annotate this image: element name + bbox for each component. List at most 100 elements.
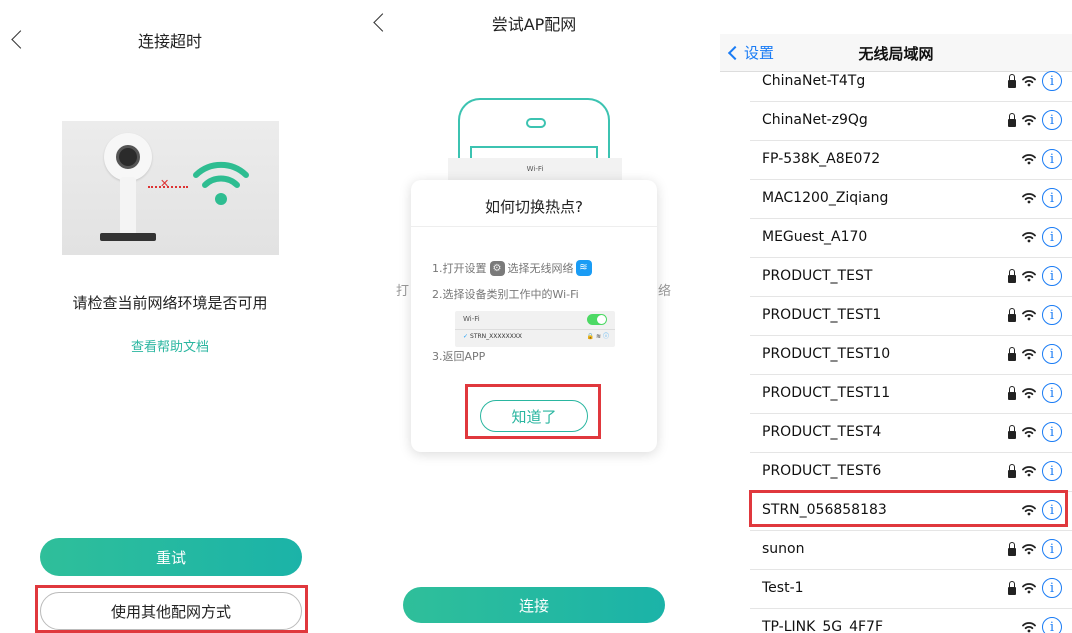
network-name: PRODUCT_TEST4 xyxy=(762,424,882,440)
network-status-icons: i xyxy=(1008,305,1062,325)
connect-button[interactable]: 连接 xyxy=(403,587,665,623)
network-status-icons: i xyxy=(1022,617,1062,633)
wifi-signal-icon xyxy=(1022,345,1036,364)
mini-ssid: ✓ STRN_XXXXXXXX xyxy=(463,333,522,340)
network-name: Test-1 xyxy=(762,580,804,596)
info-icon[interactable]: i xyxy=(1042,188,1062,208)
wifi-signal-icon xyxy=(1022,150,1036,169)
wifi-signal-icon xyxy=(1022,384,1036,403)
lock-icon xyxy=(1008,112,1016,127)
wifi-signal-icon xyxy=(1022,423,1036,442)
info-icon[interactable]: i xyxy=(1042,383,1062,403)
info-icon[interactable]: i xyxy=(1042,539,1062,559)
page-title: 无线局域网 xyxy=(858,45,934,63)
network-row[interactable]: PRODUCT_TEST4 i xyxy=(750,414,1072,453)
network-row[interactable]: ChinaNet-z9Qg i xyxy=(750,102,1072,141)
camera-base xyxy=(100,233,156,241)
network-row[interactable]: PRODUCT_TEST11 i xyxy=(750,375,1072,414)
network-status-icons: i xyxy=(1008,110,1062,130)
info-icon[interactable]: i xyxy=(1042,149,1062,169)
lock-icon xyxy=(1008,463,1016,478)
network-row[interactable]: Test-1 i xyxy=(750,570,1072,609)
network-name: MEGuest_A170 xyxy=(762,229,868,245)
network-name: PRODUCT_TEST1 xyxy=(762,307,882,323)
info-icon[interactable]: i xyxy=(1042,266,1062,286)
network-name: ChinaNet-z9Qg xyxy=(762,112,868,128)
disconnect-x-icon: ✕ xyxy=(160,177,170,190)
info-icon[interactable]: i xyxy=(1042,110,1062,130)
step-1-text: 1.打开设置 xyxy=(432,262,487,275)
lock-icon xyxy=(1008,541,1016,556)
network-row[interactable]: PRODUCT_TEST6 i xyxy=(750,453,1072,492)
lock-icon xyxy=(1008,424,1016,439)
network-name: MAC1200_Ziqiang xyxy=(762,190,889,206)
wifi-signal-icon xyxy=(1022,189,1036,208)
mini-status-icons: 🔒 ≋ ⓘ xyxy=(586,333,609,340)
network-row[interactable]: PRODUCT_TEST i xyxy=(750,258,1072,297)
info-icon[interactable]: i xyxy=(1042,422,1062,442)
network-status-icons: i xyxy=(1008,539,1062,559)
highlight-box xyxy=(35,585,308,633)
network-status-icons: i xyxy=(1022,149,1062,169)
info-icon[interactable]: i xyxy=(1042,227,1062,247)
check-network-message: 请检查当前网络环境是否可用 xyxy=(72,294,268,312)
lock-icon xyxy=(1008,580,1016,595)
divider xyxy=(411,226,657,227)
network-name: FP-538K_A8E072 xyxy=(762,151,881,167)
lock-icon xyxy=(1008,346,1016,361)
dialog-title: 如何切换热点? xyxy=(485,198,583,216)
info-icon[interactable]: i xyxy=(1042,461,1062,481)
network-row[interactable]: PRODUCT_TEST10 i xyxy=(750,336,1072,375)
network-row[interactable]: FP-538K_A8E072 i xyxy=(750,141,1072,180)
network-name: ChinaNet-T4Tg xyxy=(762,73,866,89)
divider xyxy=(455,329,615,330)
info-icon[interactable]: i xyxy=(1042,617,1062,633)
info-icon[interactable]: i xyxy=(1042,305,1062,325)
wifi-signal-icon xyxy=(1022,267,1036,286)
network-status-icons: i xyxy=(1008,461,1062,481)
mini-ssid-text: STRN_XXXXXXXX xyxy=(470,333,523,340)
background-text-right: 络 xyxy=(658,284,672,299)
info-icon[interactable]: i xyxy=(1042,344,1062,364)
network-status-icons: i xyxy=(1022,188,1062,208)
page-title: 尝试AP配网 xyxy=(491,15,577,34)
background-text-left: 打 xyxy=(396,284,410,299)
network-status-icons: i xyxy=(1008,266,1062,286)
info-icon[interactable]: i xyxy=(1042,578,1062,598)
phone-speaker xyxy=(526,118,546,128)
network-name: sunon xyxy=(762,541,805,557)
network-row[interactable]: MAC1200_Ziqiang i xyxy=(750,180,1072,219)
lock-icon xyxy=(1008,73,1016,88)
network-row[interactable]: MEGuest_A170 i xyxy=(750,219,1072,258)
step-1: 1.打开设置 ⚙ 选择无线网络 ≋ xyxy=(432,260,592,276)
mini-wifi-label: Wi-Fi xyxy=(463,315,480,323)
camera-stand xyxy=(120,177,136,235)
info-icon: ⓘ xyxy=(602,333,609,340)
network-row[interactable]: ChinaNet-T4Tg i xyxy=(750,63,1072,102)
wifi-signal-icon xyxy=(1022,72,1036,91)
camera-head xyxy=(104,133,152,181)
wifi-signal-icon xyxy=(1022,111,1036,130)
wifi-example-list: Wi-Fi ✓ STRN_XXXXXXXX 🔒 ≋ ⓘ xyxy=(455,311,615,347)
wifi-signal-icon xyxy=(1022,306,1036,325)
step-1-text-b: 选择无线网络 xyxy=(507,262,574,275)
network-row[interactable]: sunon i xyxy=(750,531,1072,570)
wifi-signal-icon xyxy=(1022,228,1036,247)
network-row[interactable]: PRODUCT_TEST1 i xyxy=(750,297,1072,336)
info-icon[interactable]: i xyxy=(1042,71,1062,91)
wifi-signal-icon xyxy=(1022,579,1036,598)
wifi-signal-icon xyxy=(1022,618,1036,633)
network-name: PRODUCT_TEST6 xyxy=(762,463,882,479)
network-row[interactable]: TP-LINK_5G_4F7F i xyxy=(750,609,1072,633)
retry-button[interactable]: 重试 xyxy=(40,538,302,576)
lock-icon xyxy=(1008,307,1016,322)
network-name: TP-LINK_5G_4F7F xyxy=(762,619,883,633)
network-status-icons: i xyxy=(1008,578,1062,598)
camera-lens xyxy=(116,145,140,169)
network-status-icons: i xyxy=(1008,383,1062,403)
phone-wifi-label: Wi-Fi xyxy=(448,158,622,180)
network-status-icons: i xyxy=(1008,71,1062,91)
highlight-box xyxy=(465,384,601,439)
highlight-box xyxy=(749,490,1068,527)
help-doc-link[interactable]: 查看帮助文档 xyxy=(0,336,340,355)
